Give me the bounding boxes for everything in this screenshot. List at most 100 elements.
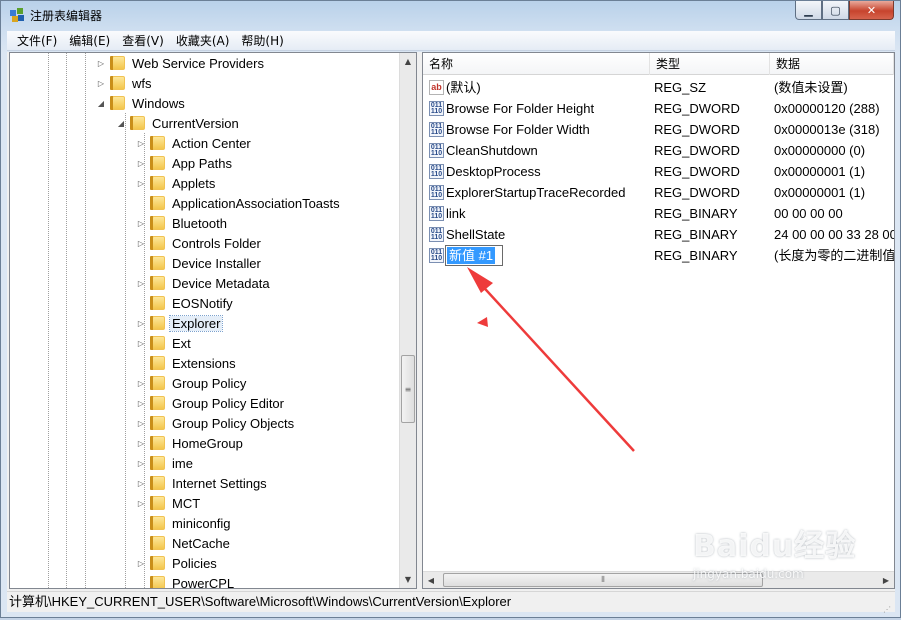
folder-icon (110, 76, 125, 90)
value-type: REG_DWORD (654, 164, 740, 179)
tree-item-label: Group Policy (172, 375, 247, 391)
tree-vertical-scrollbar[interactable]: ▲ ≡ ▼ (399, 53, 416, 588)
menu-file[interactable]: 文件(F) (11, 32, 63, 50)
expand-toggle-icon[interactable]: ▷ (136, 339, 146, 348)
tree-item[interactable]: ▷ wfs (96, 73, 154, 93)
tree-item[interactable]: ▷ HomeGroup (136, 433, 245, 453)
tree-item[interactable]: Device Installer (136, 253, 263, 273)
scroll-down-arrow[interactable]: ▼ (400, 571, 416, 588)
value-row[interactable]: 011 110 ExplorerStartupTraceRecorded REG_D… (423, 182, 894, 203)
scroll-up-arrow[interactable]: ▲ (400, 53, 416, 70)
tree-item[interactable]: ▷ Group Policy Editor (136, 393, 286, 413)
expand-toggle-icon[interactable]: ▷ (96, 79, 106, 88)
scroll-left-arrow[interactable]: ◀ (423, 572, 439, 588)
expand-toggle-icon[interactable]: ▷ (136, 419, 146, 428)
tree-scroll-thumb[interactable]: ≡ (401, 355, 415, 423)
expand-toggle-icon[interactable]: ◢ (96, 99, 106, 108)
tree-item[interactable]: ApplicationAssociationToasts (136, 193, 342, 213)
minimize-button[interactable]: ▁ (795, 1, 822, 20)
folder-icon (110, 96, 125, 110)
expand-toggle-icon[interactable]: ▷ (136, 219, 146, 228)
tree-item[interactable]: ▷ Internet Settings (136, 473, 269, 493)
expand-toggle-icon[interactable]: ▷ (96, 59, 106, 68)
tree-item[interactable]: ▷ Group Policy Objects (136, 413, 296, 433)
value-row[interactable]: 011 110 link REG_BINARY 00 00 00 00 (423, 203, 894, 224)
values-list[interactable]: 名称 类型 数据 ab (默认) REG_SZ (数值未设置) 011 110 Brows… (422, 52, 895, 589)
menu-favorites[interactable]: 收藏夹(A) (170, 32, 236, 50)
tree-item[interactable]: ▷ Action Center (136, 133, 253, 153)
expand-toggle-icon[interactable]: ▷ (136, 279, 146, 288)
tree-item[interactable]: ▷ ime (136, 453, 195, 473)
expand-toggle-icon[interactable]: ▷ (136, 379, 146, 388)
close-button[interactable]: ✕ (849, 1, 894, 20)
expand-toggle-icon[interactable]: ▷ (136, 239, 146, 248)
expand-toggle-icon[interactable]: ▷ (136, 159, 146, 168)
expand-toggle-icon[interactable]: ▷ (136, 499, 146, 508)
value-row[interactable]: 011 110 Browse For Folder Width REG_DWORD 0… (423, 119, 894, 140)
tree-item[interactable]: ◢ CurrentVersion (116, 113, 241, 133)
value-row[interactable]: 011 110 Browse For Folder Height REG_DWORD… (423, 98, 894, 119)
tree-item[interactable]: ▷ Applets (136, 173, 217, 193)
expand-toggle-icon[interactable]: ▷ (136, 139, 146, 148)
expand-toggle-icon[interactable]: ▷ (136, 399, 146, 408)
binary-value-icon: 011 110 (429, 164, 444, 179)
tree-item[interactable]: miniconfig (136, 513, 233, 533)
tree-item[interactable]: ▷ Web Service Providers (96, 53, 266, 73)
tree-guide-line (125, 113, 126, 588)
tree-item[interactable]: ◢ Windows (96, 93, 187, 113)
tree-item-label: NetCache (172, 535, 230, 551)
value-name: ExplorerStartupTraceRecorded (446, 185, 626, 200)
column-type[interactable]: 类型 (650, 53, 770, 75)
expand-toggle-icon[interactable]: ▷ (136, 179, 146, 188)
tree-item[interactable]: Extensions (136, 353, 238, 373)
value-row[interactable]: ab (默认) REG_SZ (数值未设置) (423, 77, 894, 98)
registry-tree[interactable]: ▷ Web Service Providers ▷ wfs ◢ Windows ◢ Curre… (9, 52, 417, 589)
resize-grip-icon[interactable]: ⋰ (883, 600, 893, 614)
value-row[interactable]: 011 110 CleanShutdown REG_DWORD 0x00000000 … (423, 140, 894, 161)
expand-toggle-icon[interactable]: ▷ (136, 559, 146, 568)
tree-item[interactable]: ▷ Ext (136, 333, 193, 353)
scroll-right-arrow[interactable]: ▶ (878, 572, 894, 588)
column-data[interactable]: 数据 (770, 53, 894, 75)
expand-toggle-icon[interactable]: ▷ (136, 459, 146, 468)
tree-item[interactable]: ▷ MCT (136, 493, 202, 513)
expand-toggle-icon[interactable]: ▷ (136, 439, 146, 448)
expand-toggle-icon[interactable]: ◢ (116, 119, 126, 128)
tree-guide-line (85, 53, 86, 588)
menu-edit[interactable]: 编辑(E) (63, 32, 116, 50)
tree-item[interactable]: ▷ Device Metadata (136, 273, 272, 293)
value-row[interactable]: 011 110 ShellState REG_BINARY 24 00 00 00 3… (423, 224, 894, 245)
expand-toggle-icon[interactable]: ▷ (136, 319, 146, 328)
menu-help[interactable]: 帮助(H) (235, 32, 289, 50)
tree-item[interactable]: ▷ Bluetooth (136, 213, 229, 233)
tree-item[interactable]: ▷ Controls Folder (136, 233, 263, 253)
tree-item[interactable]: ▷ App Paths (136, 153, 234, 173)
title-bar[interactable]: 注册表编辑器 ▁ ▢ ✕ (1, 1, 900, 29)
tree-item[interactable]: NetCache (136, 533, 232, 553)
folder-icon (150, 296, 165, 310)
tree-item[interactable]: ▷ Group Policy (136, 373, 248, 393)
string-value-icon: ab (429, 80, 444, 95)
tree-item[interactable]: PowerCPL (136, 573, 236, 588)
maximize-button[interactable]: ▢ (822, 1, 849, 20)
folder-icon (130, 116, 145, 130)
folder-icon (150, 396, 165, 410)
tree-item-label: Applets (172, 175, 216, 191)
column-name[interactable]: 名称 (423, 53, 650, 75)
window-controls: ▁ ▢ ✕ (795, 1, 894, 21)
rename-input[interactable]: 新值 #1 (445, 245, 503, 266)
tree-item[interactable]: ▷ Explorer (136, 313, 224, 333)
menu-view[interactable]: 查看(V) (116, 32, 170, 50)
value-row[interactable]: 011 110 DesktopProcess REG_DWORD 0x00000001… (423, 161, 894, 182)
folder-icon (150, 536, 165, 550)
tree-item[interactable]: EOSNotify (136, 293, 235, 313)
list-horizontal-scrollbar[interactable]: ◀ ⦀ ▶ (423, 571, 894, 588)
list-scroll-thumb[interactable]: ⦀ (443, 573, 763, 587)
value-row[interactable]: 011 110 新值 #1 REG_BINARY (长度为零的二进制值) (423, 245, 894, 266)
value-name: Browse For Folder Width (446, 122, 590, 137)
folder-icon (150, 376, 165, 390)
expand-toggle-icon[interactable]: ▷ (136, 479, 146, 488)
folder-icon (150, 156, 165, 170)
folder-icon (150, 436, 165, 450)
tree-item[interactable]: ▷ Policies (136, 553, 219, 573)
